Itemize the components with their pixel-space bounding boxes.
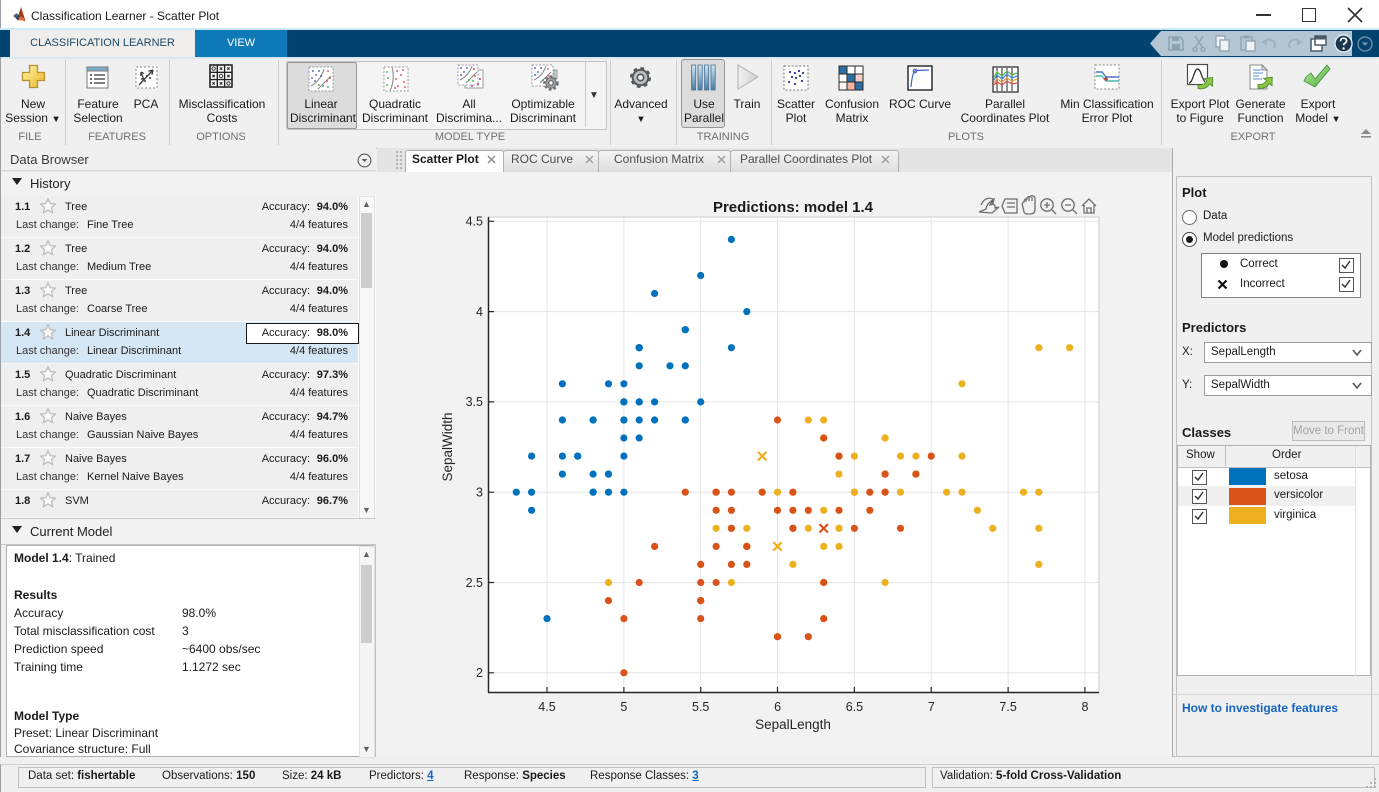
svg-text:6.5: 6.5 [846,700,863,714]
svg-text:3: 3 [476,486,483,500]
svg-text:5.5: 5.5 [692,700,709,714]
svg-text:Predictions: model 1.4: Predictions: model 1.4 [713,199,874,216]
svg-text:3.5: 3.5 [466,395,483,409]
svg-text:8: 8 [1082,700,1089,714]
svg-text:4.5: 4.5 [538,700,555,714]
svg-text:2.5: 2.5 [466,576,483,590]
svg-text:4: 4 [476,305,483,319]
svg-text:SepalLength: SepalLength [755,717,831,732]
svg-text:7: 7 [928,700,935,714]
svg-text:SepalWidth: SepalWidth [440,412,455,481]
svg-text:7.5: 7.5 [999,700,1016,714]
svg-text:2: 2 [476,666,483,680]
svg-text:5: 5 [620,700,627,714]
svg-text:6: 6 [774,700,781,714]
svg-text:4.5: 4.5 [466,215,483,229]
